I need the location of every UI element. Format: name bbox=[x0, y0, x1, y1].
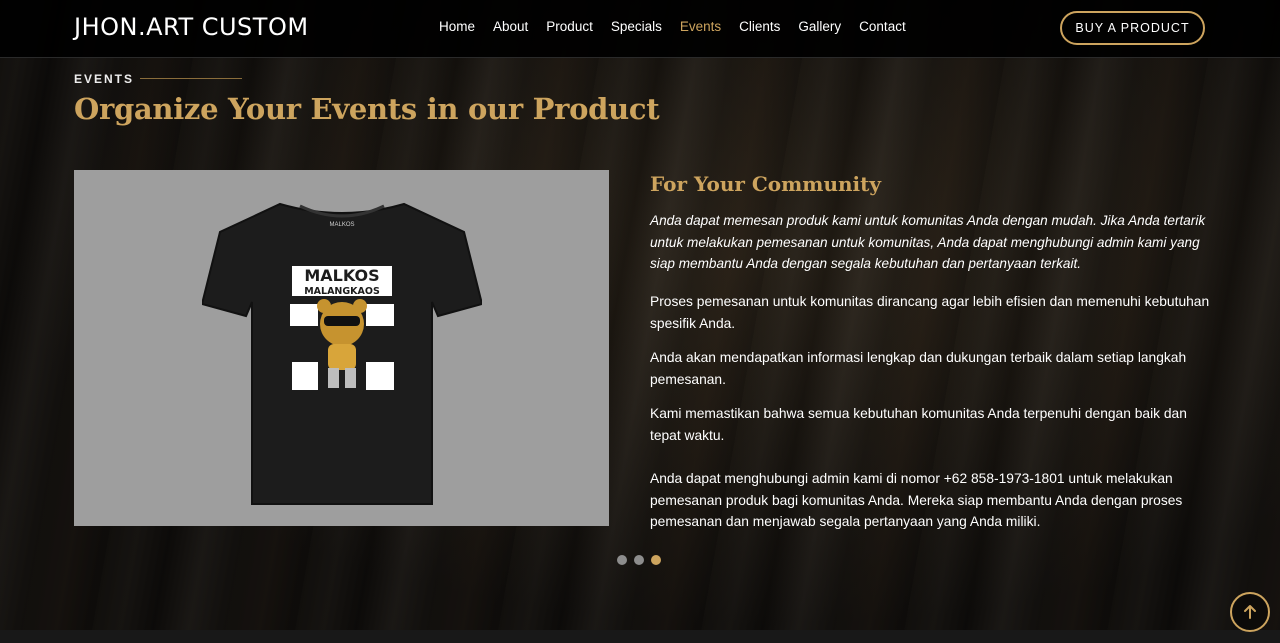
nav-specials[interactable]: Specials bbox=[611, 19, 662, 34]
point-3: Kami memastikan bahwa semua kebutuhan ko… bbox=[650, 406, 1187, 443]
point-1: Proses pemesanan untuk komunitas diranca… bbox=[650, 294, 1210, 331]
product-image: MALKOS MALKOS MALANGKAOS bbox=[74, 170, 609, 526]
carousel-dot-2[interactable] bbox=[634, 555, 644, 565]
shirt-brand-tag: MALKOS bbox=[329, 222, 354, 228]
nav-events[interactable]: Events bbox=[680, 19, 721, 34]
footer-strip bbox=[0, 630, 1280, 643]
nav-contact[interactable]: Contact bbox=[859, 19, 906, 34]
buy-product-button[interactable]: BUY A PRODUCT bbox=[1060, 11, 1205, 45]
arrow-up-icon bbox=[1244, 605, 1256, 619]
nav-clients[interactable]: Clients bbox=[739, 19, 780, 34]
content-subtitle: For Your Community bbox=[650, 172, 881, 196]
site-logo[interactable]: JHON.ART CUSTOM bbox=[74, 13, 309, 41]
nav-product[interactable]: Product bbox=[546, 19, 593, 34]
carousel-dot-3[interactable] bbox=[651, 555, 661, 565]
section-title: Organize Your Events in our Product bbox=[74, 92, 660, 126]
nav-gallery[interactable]: Gallery bbox=[798, 19, 841, 34]
nav-home[interactable]: Home bbox=[439, 19, 475, 34]
site-header: JHON.ART CUSTOM Home About Product Speci… bbox=[0, 0, 1280, 58]
section-divider bbox=[140, 78, 242, 79]
shirt-print-title: MALKOS bbox=[304, 266, 379, 285]
point-2: Anda akan mendapatkan informasi lengkap … bbox=[650, 350, 1187, 387]
carousel-pagination bbox=[617, 555, 661, 565]
carousel-dot-1[interactable] bbox=[617, 555, 627, 565]
section-label: EVENTS bbox=[74, 72, 135, 86]
tshirt-image: MALKOS MALKOS MALANGKAOS bbox=[202, 202, 482, 505]
main-nav: Home About Product Specials Events Clien… bbox=[430, 19, 915, 34]
contact-paragraph: Anda dapat menghubungi admin kami di nom… bbox=[650, 471, 1183, 529]
nav-about[interactable]: About bbox=[493, 19, 528, 34]
intro-paragraph: Anda dapat memesan produk kami untuk kom… bbox=[650, 213, 1206, 271]
back-to-top-button[interactable] bbox=[1230, 592, 1270, 632]
shirt-print-subtitle: MALANGKAOS bbox=[304, 286, 380, 297]
